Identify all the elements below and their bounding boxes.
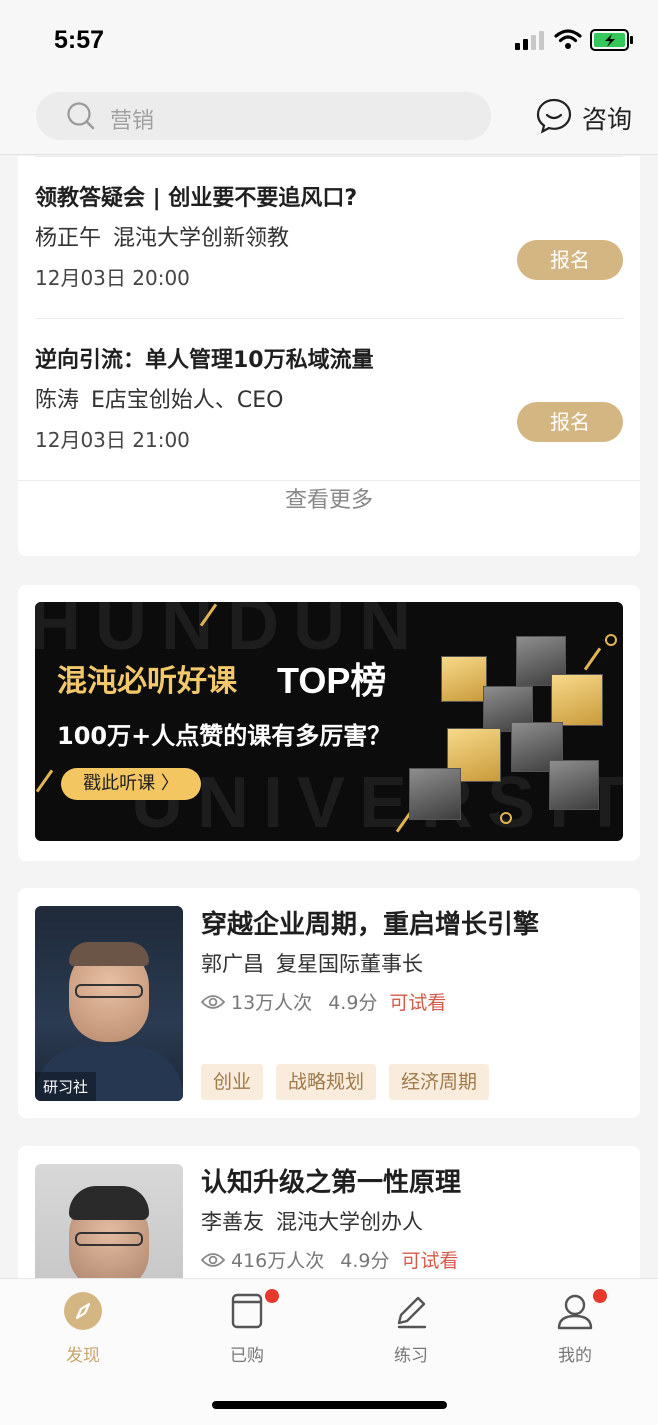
course-thumbnail: 研习社	[35, 906, 183, 1101]
speaker-name: 杨正午	[35, 226, 102, 251]
decor-slash	[583, 647, 602, 671]
decor-slash	[35, 769, 54, 793]
trial-label[interactable]: 可试看	[401, 1246, 458, 1273]
wifi-icon	[554, 29, 582, 49]
event-title: 领教答疑会 | 创业要不要追风口?	[35, 186, 358, 211]
thumb-hair	[69, 1186, 149, 1220]
badge-dot	[593, 1289, 607, 1303]
tab-label: 我的	[558, 1346, 592, 1366]
teacher-title: 复星国际董事长	[276, 952, 423, 976]
speaker-title: E店宝创始人、CEO	[91, 388, 284, 413]
view-count: 416万人次	[231, 1250, 325, 1272]
trial-label[interactable]: 可试看	[389, 988, 446, 1015]
profile-icon	[557, 1294, 593, 1330]
course-title: 认知升级之第一性原理	[201, 1168, 462, 1198]
status-time: 5:57	[54, 26, 105, 54]
banner-cta-button[interactable]: 戳此听课 〉	[61, 768, 201, 800]
tab-practice[interactable]: 练习	[356, 1291, 466, 1371]
decor-circle	[605, 634, 617, 646]
tag-list: 创业 战略规划 经济周期	[201, 1064, 490, 1100]
course-teacher: 郭广昌 复星国际董事长	[201, 948, 423, 978]
signup-button[interactable]: 报名	[517, 240, 623, 280]
feed-content[interactable]: 领教答疑会 | 创业要不要追风口? 杨正午 混沌大学创新领教 12月03日 20:…	[0, 156, 658, 1278]
speaker-photo	[409, 768, 461, 820]
banner-card: HUNDUN UNIVERSITY 混沌必听好课 TOP榜 100万+人点赞的课…	[18, 585, 640, 861]
course-card[interactable]: 认知升级之第一性原理 李善友 混沌大学创办人 416万人次 4.9分 可试看	[18, 1146, 640, 1278]
pencil-icon	[397, 1296, 427, 1329]
chat-icon	[536, 98, 572, 134]
course-rating: 4.9分	[328, 992, 378, 1014]
search-placeholder: 营销	[110, 109, 155, 134]
banner-subtitle: 100万+人点赞的课有多厉害？	[57, 722, 392, 750]
search-header: 营销 咨询	[0, 80, 658, 155]
event-time: 12月03日 21:00	[35, 428, 190, 452]
eye-icon	[201, 994, 225, 1009]
tab-label: 练习	[394, 1346, 428, 1366]
thumb-glasses	[75, 1232, 143, 1246]
course-badge: 研习社	[35, 1072, 97, 1101]
badge-dot	[265, 1289, 279, 1303]
tab-label: 已购	[230, 1346, 264, 1366]
course-meta: 416万人次 4.9分 可试看	[201, 1246, 459, 1273]
event-speaker: 陈涛 E店宝创始人、CEO	[35, 382, 284, 414]
banner-title: 混沌必听好课	[57, 664, 237, 699]
tab-label: 发现	[66, 1346, 100, 1366]
speaker-title: 混沌大学创新领教	[113, 226, 290, 251]
decor-circle	[500, 812, 512, 824]
teacher-name: 郭广昌	[201, 952, 264, 976]
course-title: 穿越企业周期，重启增长引擎	[201, 910, 540, 940]
course-teacher: 李善友 混沌大学创办人	[201, 1206, 423, 1236]
consult-label: 咨询	[582, 105, 633, 134]
home-indicator	[212, 1401, 447, 1409]
thumb-glasses	[75, 984, 143, 998]
eye-icon	[201, 1252, 225, 1267]
teacher-title: 混沌大学创办人	[276, 1210, 423, 1234]
speaker-name: 陈涛	[35, 388, 80, 413]
speaker-photo	[441, 656, 487, 702]
event-title: 逆向引流：单人管理10万私域流量	[35, 348, 374, 373]
event-row[interactable]: 逆向引流：单人管理10万私域流量 陈涛 E店宝创始人、CEO 12月03日 21:…	[18, 318, 640, 480]
signal-icon	[515, 31, 544, 50]
speaker-photo	[551, 674, 603, 726]
event-row[interactable]: 领教答疑会 | 创业要不要追风口? 杨正午 混沌大学创新领教 12月03日 20:…	[18, 156, 640, 318]
course-thumbnail	[35, 1164, 183, 1278]
tab-discover[interactable]: 发现	[28, 1291, 138, 1371]
status-bar: 5:57	[0, 0, 658, 80]
speaker-photo	[549, 760, 599, 810]
battery-icon	[590, 29, 633, 51]
course-tag[interactable]: 战略规划	[276, 1064, 377, 1100]
event-time: 12月03日 20:00	[35, 266, 190, 290]
course-tag[interactable]: 创业	[201, 1064, 264, 1100]
signup-button[interactable]: 报名	[517, 402, 623, 442]
course-rating: 4.9分	[340, 1250, 390, 1272]
divider	[18, 480, 640, 481]
course-tag[interactable]: 经济周期	[389, 1064, 490, 1100]
consult-button[interactable]: 咨询	[536, 96, 646, 136]
banner-title-emphasis: TOP榜	[277, 660, 387, 701]
course-card[interactable]: 研习社 穿越企业周期，重启增长引擎 郭广昌 复星国际董事长 13万人次 4.9分 …	[18, 888, 640, 1118]
tab-profile[interactable]: 我的	[520, 1289, 630, 1371]
thumb-hair	[69, 942, 149, 966]
event-speaker: 杨正午 混沌大学创新领教	[35, 220, 289, 252]
purchased-icon	[231, 1293, 263, 1329]
compass-icon	[64, 1292, 102, 1330]
course-meta: 13万人次 4.9分 可试看	[201, 988, 446, 1015]
search-input[interactable]: 营销	[36, 92, 491, 140]
live-events-card: 领教答疑会 | 创业要不要追风口? 杨正午 混沌大学创新领教 12月03日 20:…	[18, 156, 640, 556]
top-courses-banner[interactable]: HUNDUN UNIVERSITY 混沌必听好课 TOP榜 100万+人点赞的课…	[35, 602, 623, 841]
view-more-link[interactable]: 查看更多	[18, 482, 640, 514]
teacher-name: 李善友	[201, 1210, 264, 1234]
tab-purchased[interactable]: 已购	[192, 1289, 302, 1371]
view-count: 13万人次	[231, 992, 313, 1014]
search-icon	[67, 102, 95, 130]
